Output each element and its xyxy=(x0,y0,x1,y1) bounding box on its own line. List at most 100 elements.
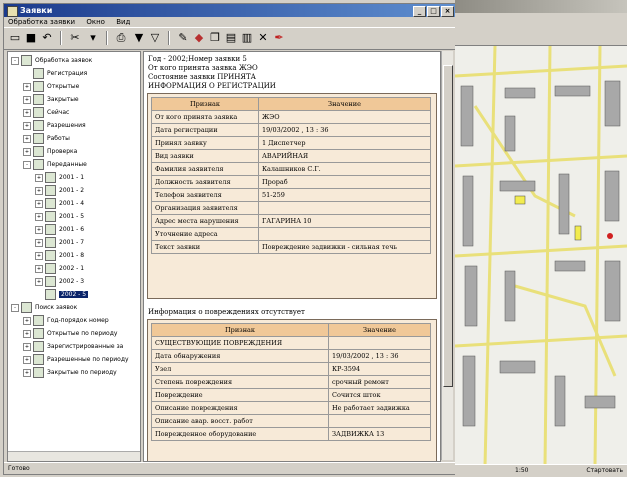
document-vertical-scrollbar[interactable] xyxy=(441,51,453,460)
copy-icon[interactable]: ❐ xyxy=(208,31,222,45)
tree-item[interactable]: + Открытые по периоду xyxy=(23,328,117,339)
dropdown-arrow-icon[interactable]: ▾ xyxy=(86,31,100,45)
expand-toggle-icon[interactable]: + xyxy=(35,264,43,273)
tree-item[interactable]: +2001 - 5 xyxy=(35,211,84,222)
map-title-bar[interactable] xyxy=(455,0,627,13)
expand-toggle-icon[interactable]: + xyxy=(35,173,43,182)
expand-toggle-icon[interactable]: + xyxy=(35,225,43,234)
app-icon xyxy=(7,6,18,17)
tree-item[interactable]: +2001 - 1 xyxy=(35,172,84,183)
row-attribute: Поврежденное оборудование xyxy=(151,427,329,441)
row-value: ЗАДВИЖКА 13 xyxy=(328,427,431,441)
tree-item[interactable]: +2002 - 1 xyxy=(35,263,84,274)
table-row: Степень повреждения срочный ремонт xyxy=(151,375,431,389)
close-icon[interactable]: ✕ xyxy=(256,31,270,45)
expand-toggle-icon[interactable]: + xyxy=(23,355,31,364)
tree-item[interactable]: + Работы xyxy=(23,133,70,144)
row-value: 1 Диспетчер xyxy=(258,136,431,150)
row-value xyxy=(258,201,431,215)
tree-item[interactable]: - Обработка заявок xyxy=(11,55,92,66)
folder-icon xyxy=(33,341,44,352)
tree-item[interactable]: 2002 - 5 xyxy=(35,289,89,300)
menu-item-processing[interactable]: Обработка заявки xyxy=(8,18,75,26)
expand-toggle-icon[interactable]: + xyxy=(23,368,31,377)
column-header: Признак xyxy=(151,97,259,111)
tree-item[interactable]: +2001 - 7 xyxy=(35,237,84,248)
row-value: Не работает задвижка xyxy=(328,401,431,415)
tree-item[interactable]: +2001 - 6 xyxy=(35,224,84,235)
filter-icon[interactable]: ▼ xyxy=(132,31,146,45)
tree-item[interactable]: - Переданные xyxy=(23,159,87,170)
table-row: Поврежденное оборудование ЗАДВИЖКА 13 xyxy=(151,427,431,441)
expand-toggle-icon[interactable]: + xyxy=(35,199,43,208)
tree-item-label: Сейчас xyxy=(47,109,70,116)
tree-item[interactable]: Регистрация xyxy=(23,68,87,79)
tree-item[interactable]: + Закрытые xyxy=(23,94,79,105)
scroll-thumb[interactable] xyxy=(443,65,453,387)
expand-toggle-icon[interactable]: + xyxy=(23,329,31,338)
row-value: 51-259 xyxy=(258,188,431,202)
expand-toggle-icon[interactable]: + xyxy=(23,342,31,351)
folder-icon xyxy=(33,159,44,170)
damage-table: Признак Значение СУЩЕСТВУЮЩИЕ ПОВРЕЖДЕНИЯ Д… xyxy=(151,323,431,441)
tree-item[interactable]: + Зарегистрированные за xyxy=(23,341,123,352)
row-attribute: Описание повреждения xyxy=(151,401,329,415)
tree-item[interactable]: + Проверка xyxy=(23,146,77,157)
new-icon[interactable]: ▭ xyxy=(8,31,22,45)
tree-item[interactable]: +2001 - 4 xyxy=(35,198,84,209)
row-attribute: Уточнение адреса xyxy=(151,227,259,241)
expand-toggle-icon[interactable]: + xyxy=(23,134,31,143)
row-attribute: Должность заявителя xyxy=(151,175,259,189)
tree-item[interactable]: - Поиск заявок xyxy=(11,302,77,313)
tree-item[interactable]: + Разрешения xyxy=(23,120,86,131)
tree-item[interactable]: + Разрешенные по периоду xyxy=(23,354,129,365)
expand-toggle-icon[interactable]: + xyxy=(35,277,43,286)
expand-toggle-icon[interactable]: + xyxy=(23,121,31,130)
map-status-right: Стартовать xyxy=(586,467,623,474)
print-icon[interactable]: ⎙ xyxy=(114,31,128,45)
minimize-button[interactable]: _ xyxy=(413,6,426,17)
expand-toggle-icon[interactable]: + xyxy=(23,82,31,91)
view-icon[interactable]: ▥ xyxy=(240,31,254,45)
preview-icon[interactable]: ◆ xyxy=(192,31,206,45)
expand-toggle-icon[interactable]: + xyxy=(35,251,43,260)
save-icon[interactable]: ■ xyxy=(24,31,38,45)
expand-toggle-icon[interactable]: - xyxy=(11,303,19,312)
table-row: Адрес места нарушения ГАГАРИНА 10 xyxy=(151,214,431,228)
tree-item[interactable]: +2002 - 3 xyxy=(35,276,84,287)
expand-toggle-icon[interactable]: + xyxy=(23,316,31,325)
menu-item-view[interactable]: Вид xyxy=(116,18,130,26)
tree-item[interactable]: +2001 - 2 xyxy=(35,185,84,196)
maximize-button[interactable]: □ xyxy=(427,6,440,17)
filter-clear-icon[interactable]: ▽ xyxy=(148,31,162,45)
expand-toggle-icon[interactable]: - xyxy=(23,160,31,169)
expand-toggle-icon[interactable]: - xyxy=(11,56,19,65)
menu-item-window[interactable]: Окно xyxy=(86,18,105,26)
expand-toggle-icon[interactable]: + xyxy=(23,147,31,156)
tree-item[interactable]: + Закрытые по периоду xyxy=(23,367,117,378)
expand-toggle-icon[interactable]: + xyxy=(23,108,31,117)
expand-toggle-icon[interactable]: + xyxy=(35,238,43,247)
edit-icon[interactable]: ✎ xyxy=(176,31,190,45)
tree-item[interactable]: +2001 - 8 xyxy=(35,250,84,261)
tree-item[interactable]: + Сейчас xyxy=(23,107,69,118)
row-attribute: Дата регистрации xyxy=(151,123,259,137)
tree-item[interactable]: + Год-порядок номер xyxy=(23,315,109,326)
expand-toggle-icon[interactable]: + xyxy=(35,212,43,221)
delete-icon[interactable]: ✂ xyxy=(68,31,82,45)
title-bar[interactable]: Заявки _ □ × xyxy=(4,4,456,17)
city-map[interactable] xyxy=(455,46,627,466)
chart-icon[interactable]: ▤ xyxy=(224,31,238,45)
folder-icon xyxy=(45,172,56,183)
map-window[interactable]: 1:50 Стартовать xyxy=(455,0,627,477)
tree-item[interactable]: + Открытые xyxy=(23,81,79,92)
undo-icon[interactable]: ↶ xyxy=(40,31,54,45)
expand-toggle-icon[interactable]: + xyxy=(23,95,31,104)
expand-toggle-icon[interactable]: + xyxy=(35,186,43,195)
status-text: Готово xyxy=(8,465,30,472)
tree-item-label: 2002 - 3 xyxy=(59,278,85,285)
tree-horizontal-scrollbar[interactable] xyxy=(8,451,140,461)
close-button[interactable]: × xyxy=(441,6,454,17)
incident-marker[interactable] xyxy=(607,233,613,239)
pen-icon[interactable]: ✒ xyxy=(272,31,286,45)
